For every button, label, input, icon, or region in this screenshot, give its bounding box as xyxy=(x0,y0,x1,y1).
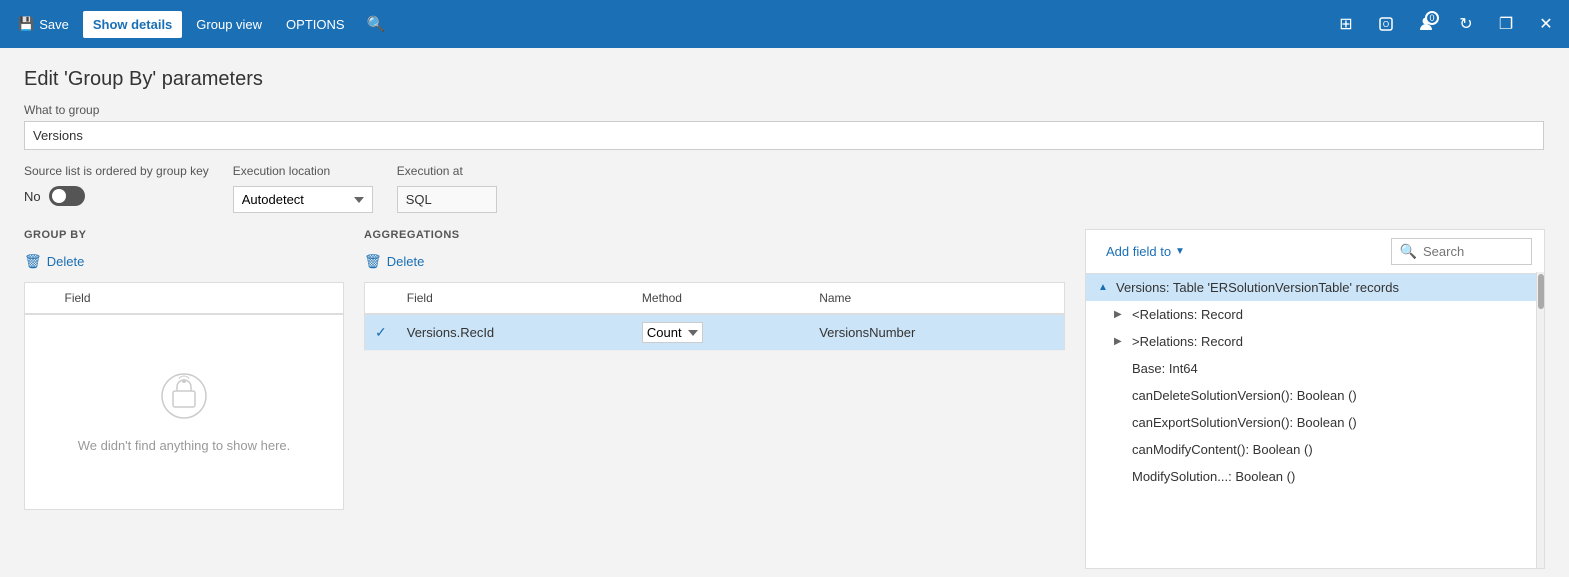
tree-label-modify-solution: ModifySolution...: Boolean () xyxy=(1132,469,1532,484)
agg-check-header xyxy=(365,283,397,315)
options-label: OPTIONS xyxy=(286,17,345,32)
agg-trash-icon: 🗑 xyxy=(364,253,382,270)
method-dropdown[interactable]: Count Sum Avg Min Max xyxy=(642,322,703,343)
user-icon-button[interactable]: 0 xyxy=(1411,9,1441,39)
agg-field-cell: Versions.RecId xyxy=(397,314,632,351)
tree-label-relations-right: >Relations: Record xyxy=(1132,334,1532,349)
tree-item-can-export[interactable]: canExportSolutionVersion(): Boolean () xyxy=(1086,409,1544,436)
group-view-label: Group view xyxy=(196,17,262,32)
tree-item-can-modify[interactable]: canModifyContent(): Boolean () xyxy=(1086,436,1544,463)
group-by-trash-icon: 🗑 xyxy=(24,253,42,270)
aggregations-delete-button[interactable]: 🗑 Delete xyxy=(364,249,424,274)
search-box: 🔍 xyxy=(1391,238,1532,265)
toggle-slider xyxy=(49,186,85,206)
inline-fields: Source list is ordered by group key No E… xyxy=(24,164,1545,213)
group-by-field-header: Field xyxy=(55,283,344,315)
save-label: Save xyxy=(39,17,69,32)
options-button[interactable]: OPTIONS xyxy=(276,11,355,38)
tree-label-can-modify: canModifyContent(): Boolean () xyxy=(1132,442,1532,457)
what-to-group-group: What to group xyxy=(24,103,1545,150)
empty-icon xyxy=(159,371,209,430)
aggregations-title: AGGREGATIONS xyxy=(364,229,1065,241)
right-panel-header: Add field to ▼ 🔍 xyxy=(1086,230,1544,274)
show-details-button[interactable]: Show details xyxy=(83,11,182,38)
agg-delete-label: Delete xyxy=(387,254,425,269)
table-row[interactable]: ✓ Versions.RecId Count Sum Avg Min Max xyxy=(365,314,1065,351)
title-search-icon[interactable]: 🔍 xyxy=(367,15,386,33)
execution-location-select[interactable]: Autodetect Client Server xyxy=(233,186,373,213)
source-ordered-label: Source list is ordered by group key xyxy=(24,164,209,178)
execution-at-value: SQL xyxy=(397,186,497,213)
aggregations-table: Field Method Name ✓ Versions.RecId Count xyxy=(364,282,1065,351)
add-field-button[interactable]: Add field to ▼ xyxy=(1098,240,1193,263)
tree-item-can-delete[interactable]: canDeleteSolutionVersion(): Boolean () xyxy=(1086,382,1544,409)
execution-at-field: Execution at SQL xyxy=(397,164,497,213)
agg-field-header: Field xyxy=(397,283,632,315)
add-field-label: Add field to xyxy=(1106,244,1171,259)
tree-label-versions: Versions: Table 'ERSolutionVersionTable'… xyxy=(1116,280,1532,295)
right-panel: Add field to ▼ 🔍 ▲ Versions: Table 'ERSo… xyxy=(1085,229,1545,569)
tree-arrow-relations-right: ▶ xyxy=(1114,336,1126,347)
source-ordered-field: Source list is ordered by group key No xyxy=(24,164,209,206)
svg-text:O: O xyxy=(1383,20,1389,29)
group-by-check-header xyxy=(25,283,55,315)
agg-method-header: Method xyxy=(632,283,809,315)
execution-location-field: Execution location Autodetect Client Ser… xyxy=(233,164,373,213)
badge-count: 0 xyxy=(1425,11,1439,25)
group-by-table: Field xyxy=(24,282,344,510)
what-to-group-label: What to group xyxy=(24,103,1545,117)
title-bar: 💾 Save Show details Group view OPTIONS 🔍… xyxy=(0,0,1569,48)
agg-name-header: Name xyxy=(809,283,1064,315)
search-input[interactable] xyxy=(1423,244,1523,259)
agg-method-cell: Count Sum Avg Min Max xyxy=(632,314,809,351)
tree-item-base[interactable]: Base: Int64 xyxy=(1086,355,1544,382)
tree-panel: ▲ Versions: Table 'ERSolutionVersionTabl… xyxy=(1086,274,1544,568)
tree-item-modify-solution[interactable]: ModifySolution...: Boolean () xyxy=(1086,463,1544,490)
save-button[interactable]: 💾 Save xyxy=(8,10,79,38)
tree-label-can-delete: canDeleteSolutionVersion(): Boolean () xyxy=(1132,388,1532,403)
refresh-icon-button[interactable]: ↻ xyxy=(1451,9,1481,39)
tree-label-can-export: canExportSolutionVersion(): Boolean () xyxy=(1132,415,1532,430)
group-by-empty-row: We didn't find anything to show here. xyxy=(25,314,344,510)
main-columns: GROUP BY 🗑 Delete Field xyxy=(24,229,1545,569)
tree-arrow-relations-left: ▶ xyxy=(1114,309,1126,320)
execution-location-label: Execution location xyxy=(233,164,373,178)
no-label: No xyxy=(24,189,41,204)
restore-icon-button[interactable]: ❐ xyxy=(1491,9,1521,39)
tree-item-relations-left[interactable]: ▶ <Relations: Record xyxy=(1086,301,1544,328)
search-icon: 🔍 xyxy=(1400,243,1417,260)
toggle-wrap: No xyxy=(24,186,209,206)
tree-label-relations-left: <Relations: Record xyxy=(1132,307,1532,322)
aggregations-section: AGGREGATIONS 🗑 Delete Field Method Name … xyxy=(364,229,1065,569)
close-icon-button[interactable]: ✕ xyxy=(1531,9,1561,39)
tree-item-relations-right[interactable]: ▶ >Relations: Record xyxy=(1086,328,1544,355)
check-mark-icon: ✓ xyxy=(375,324,387,340)
grid-icon-button[interactable]: ⊞ xyxy=(1331,9,1361,39)
group-view-button[interactable]: Group view xyxy=(186,11,272,38)
save-icon: 💾 xyxy=(18,16,34,32)
toggle-switch[interactable] xyxy=(49,186,85,206)
execution-at-label: Execution at xyxy=(397,164,497,178)
empty-state: We didn't find anything to show here. xyxy=(35,322,333,502)
title-bar-right: ⊞ O 0 ↻ ❐ ✕ xyxy=(1331,9,1561,39)
agg-check-cell: ✓ xyxy=(365,314,397,351)
agg-name-cell: VersionsNumber xyxy=(809,314,1064,351)
office-icon-button[interactable]: O xyxy=(1371,9,1401,39)
page-title: Edit 'Group By' parameters xyxy=(24,68,1545,91)
tree-item-versions[interactable]: ▲ Versions: Table 'ERSolutionVersionTabl… xyxy=(1086,274,1544,301)
content-area: Edit 'Group By' parameters What to group… xyxy=(0,48,1569,577)
scrollbar-thumb[interactable] xyxy=(1538,274,1544,309)
tree-arrow-versions: ▲ xyxy=(1098,282,1110,293)
tree-label-base: Base: Int64 xyxy=(1132,361,1532,376)
group-by-delete-label: Delete xyxy=(47,254,85,269)
group-by-section: GROUP BY 🗑 Delete Field xyxy=(24,229,344,569)
add-field-chevron-icon: ▼ xyxy=(1175,246,1185,257)
show-details-label: Show details xyxy=(93,17,172,32)
group-by-delete-button[interactable]: 🗑 Delete xyxy=(24,249,84,274)
group-by-title: GROUP BY xyxy=(24,229,344,241)
empty-message: We didn't find anything to show here. xyxy=(78,438,291,453)
what-to-group-input[interactable] xyxy=(24,121,1544,150)
scrollbar-track[interactable] xyxy=(1536,272,1544,568)
